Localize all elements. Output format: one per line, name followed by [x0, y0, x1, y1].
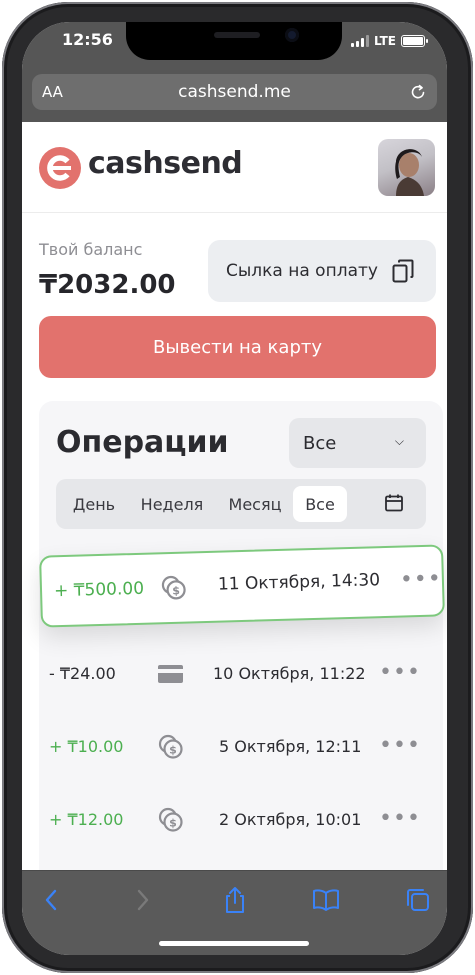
- highlighted-operation-card[interactable]: + ₸500.00 $ 11 Октября, 14:30 •••: [39, 544, 445, 628]
- coins-icon: $: [161, 575, 186, 600]
- withdraw-button[interactable]: Вывести на карту: [39, 316, 436, 378]
- battery-icon: [401, 35, 428, 47]
- operation-row[interactable]: + ₸10.00 $ 5 Октября, 12:11 •••: [39, 719, 443, 779]
- operations-title: Операции: [56, 425, 229, 460]
- cashsend-logo-icon[interactable]: [39, 147, 81, 189]
- tabs-button[interactable]: [403, 885, 433, 915]
- operation-date: 11 Октября, 14:30: [217, 570, 381, 595]
- svg-text:$: $: [172, 584, 180, 597]
- period-tabs: День Неделя Месяц Все: [56, 479, 426, 529]
- payment-link-label: Сылка на оплату: [226, 261, 378, 281]
- avatar-photo: [395, 149, 424, 196]
- balance-label: Твой баланс: [39, 240, 143, 259]
- bookmarks-button[interactable]: [311, 885, 341, 915]
- share-button[interactable]: [220, 885, 250, 915]
- forward-button[interactable]: [128, 885, 158, 915]
- operation-date: 5 Октября, 12:11: [219, 737, 362, 756]
- svg-text:$: $: [169, 817, 177, 830]
- calendar-icon[interactable]: [384, 493, 404, 513]
- book-icon: [313, 889, 339, 911]
- url-text[interactable]: cashsend.me: [32, 82, 437, 102]
- coins-icon: $: [158, 734, 183, 759]
- chevron-left-icon: [45, 889, 57, 911]
- filter-selected: Все: [303, 432, 337, 454]
- card-icon: [158, 665, 183, 683]
- svg-text:$: $: [169, 744, 177, 757]
- tab-month[interactable]: Месяц: [220, 486, 290, 522]
- more-options-icon[interactable]: •••: [379, 808, 421, 830]
- back-button[interactable]: [36, 885, 66, 915]
- operation-amount: + ₸500.00: [53, 578, 145, 602]
- chevron-down-icon: ⌵: [394, 434, 404, 448]
- operation-amount: + ₸12.00: [49, 810, 124, 829]
- phone-screen: 12:56 LTE AA cashsend.me cashsend Твой б…: [22, 22, 447, 955]
- tab-week[interactable]: Неделя: [132, 486, 212, 522]
- operation-row[interactable]: - ₸24.00 10 Октября, 11:22 •••: [39, 646, 443, 706]
- operation-date: 2 Октября, 10:01: [219, 810, 362, 829]
- browser-top-chrome: 12:56 LTE AA cashsend.me: [22, 22, 447, 122]
- status-indicators: LTE: [350, 34, 428, 48]
- network-label: LTE: [373, 34, 396, 48]
- brand-name[interactable]: cashsend: [88, 146, 243, 181]
- operation-date: 10 Октября, 11:22: [213, 664, 366, 683]
- phone-frame: 12:56 LTE AA cashsend.me cashsend Твой б…: [2, 2, 473, 973]
- signal-icon: [350, 35, 369, 47]
- notch: [126, 22, 342, 60]
- reload-icon[interactable]: [409, 83, 427, 101]
- coins-icon: $: [158, 807, 183, 832]
- tabs-icon: [407, 889, 429, 911]
- status-time: 12:56: [62, 30, 113, 49]
- operation-amount: + ₸10.00: [49, 737, 124, 756]
- more-options-icon[interactable]: •••: [379, 735, 421, 757]
- operation-amount: - ₸24.00: [49, 664, 116, 683]
- copy-icon: [392, 259, 414, 283]
- share-icon: [226, 887, 244, 913]
- tab-all[interactable]: Все: [293, 486, 347, 522]
- camera: [285, 28, 299, 42]
- home-indicator[interactable]: [159, 941, 309, 946]
- browser-bottom-toolbar: [22, 870, 447, 955]
- avatar[interactable]: [378, 139, 435, 196]
- balance-value: ₸2032.00: [39, 270, 176, 300]
- speaker: [214, 32, 260, 38]
- withdraw-label: Вывести на карту: [152, 336, 323, 358]
- site-header: cashsend: [22, 122, 447, 213]
- more-options-icon[interactable]: •••: [379, 662, 421, 684]
- more-options-icon[interactable]: •••: [400, 566, 443, 592]
- page-content: cashsend Твой баланс ₸2032.00 Сылка на о…: [22, 122, 447, 872]
- operations-filter-select[interactable]: Все ⌵: [289, 418, 426, 468]
- address-bar[interactable]: AA cashsend.me: [32, 74, 437, 110]
- chevron-right-icon: [137, 889, 149, 911]
- payment-link-button[interactable]: Сылка на оплату: [208, 240, 436, 302]
- operation-row[interactable]: + ₸12.00 $ 2 Октября, 10:01 •••: [39, 792, 443, 852]
- tab-day[interactable]: День: [64, 486, 124, 522]
